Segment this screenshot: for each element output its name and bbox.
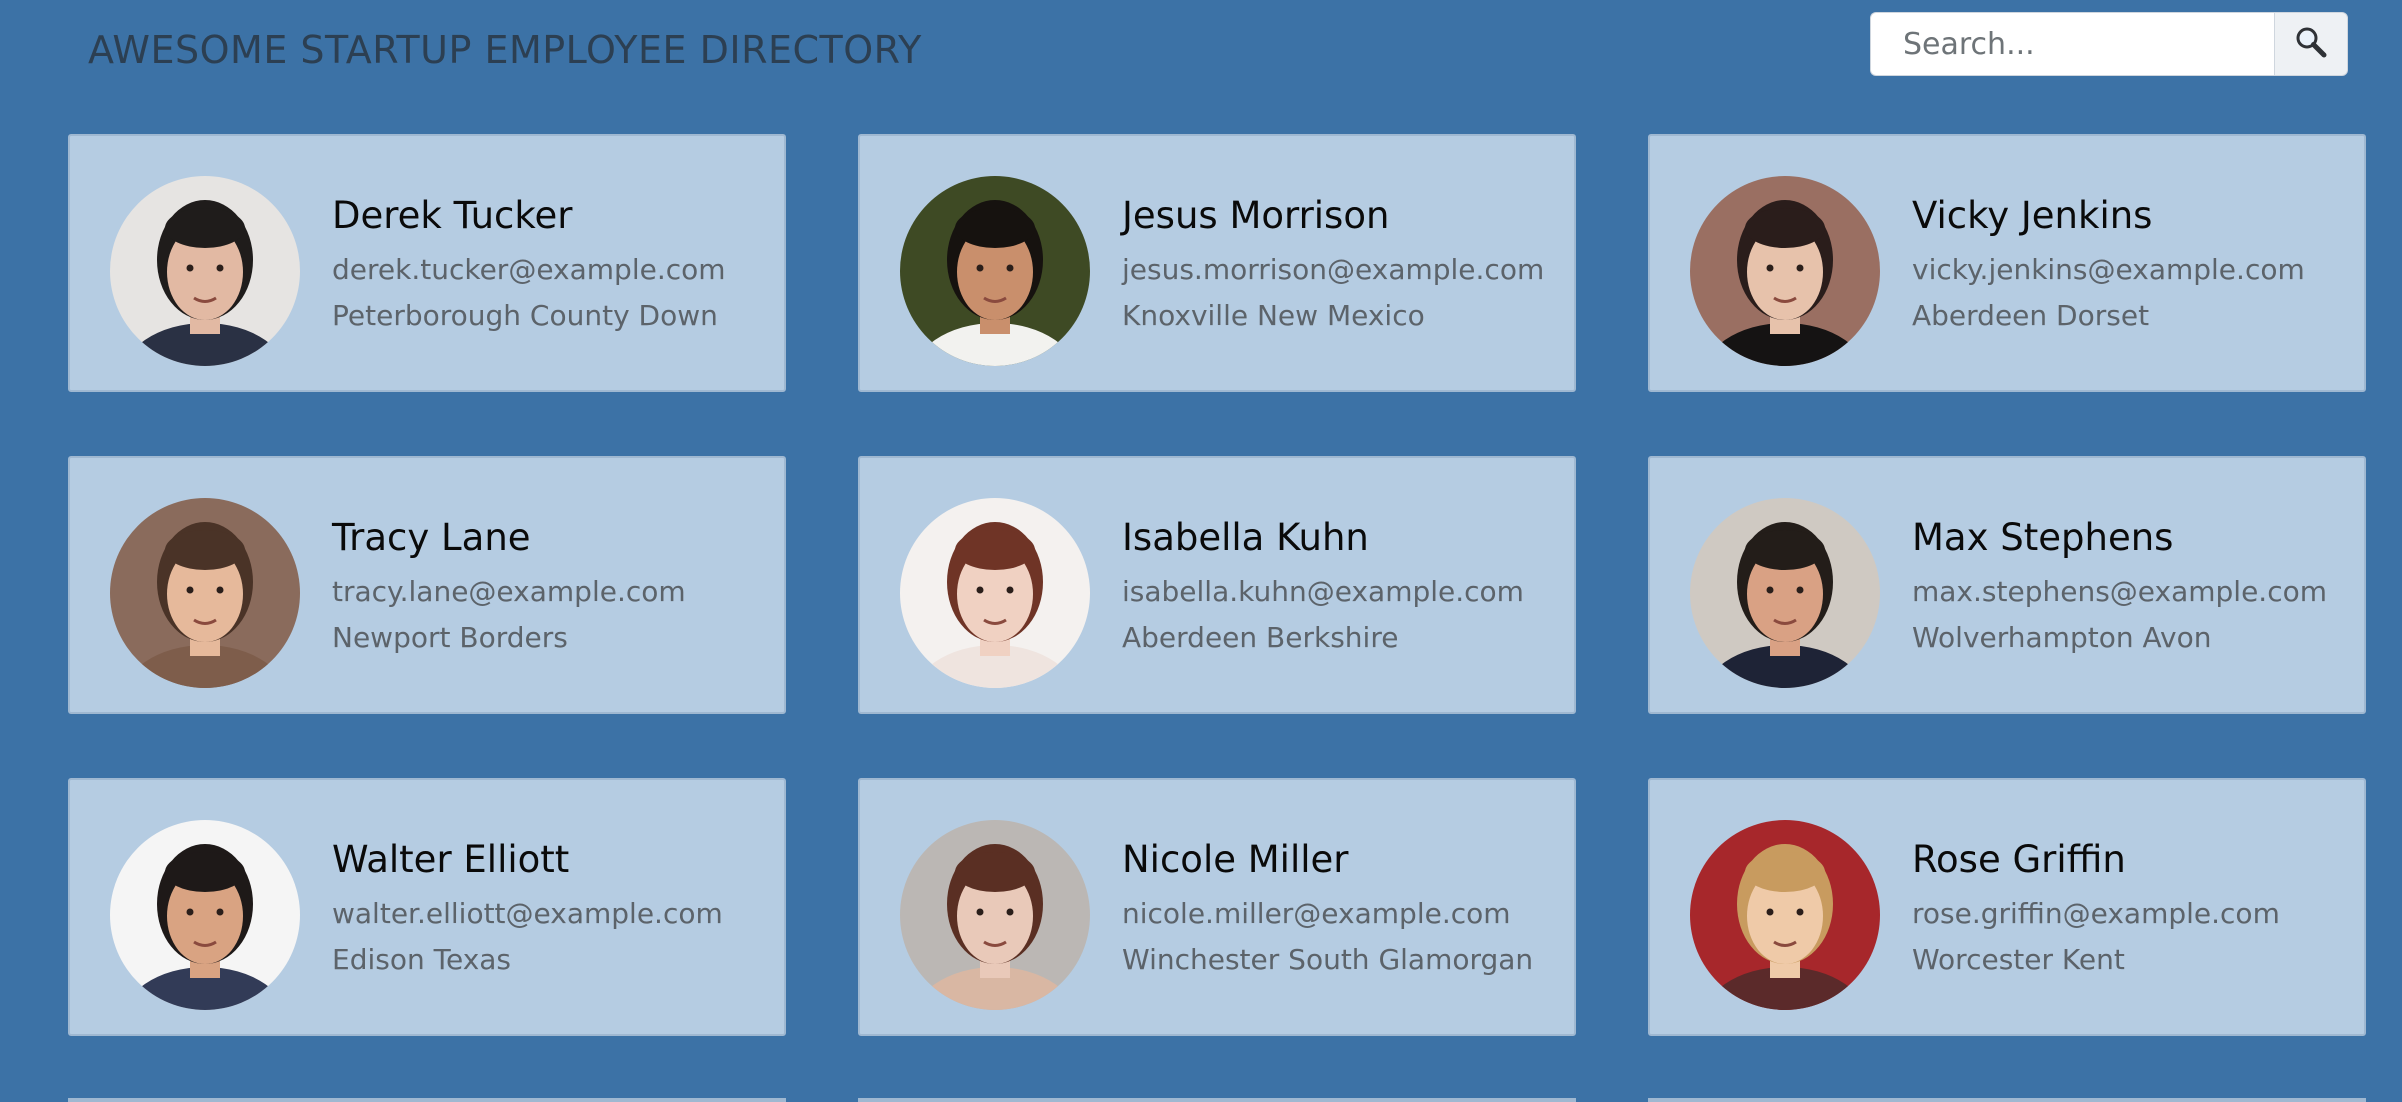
employee-location: Aberdeen Dorset: [1912, 299, 2150, 332]
search-button[interactable]: [2274, 12, 2348, 76]
employee-name: Jesus Morrison: [1122, 194, 1390, 237]
avatar: [110, 176, 300, 366]
employee-email: walter.elliott@example.com: [332, 897, 723, 930]
employee-email: jesus.morrison@example.com: [1122, 253, 1545, 286]
employee-card[interactable]: Derek Tucker derek.tucker@example.com Pete…: [68, 134, 786, 392]
employee-location: Aberdeen Berkshire: [1122, 621, 1399, 654]
employee-card-partial[interactable]: [858, 1098, 1576, 1102]
employee-card-partial[interactable]: [68, 1098, 786, 1102]
employee-name: Nicole Miller: [1122, 838, 1349, 881]
employee-card[interactable]: Nicole Miller nicole.miller@example.com Wi…: [858, 778, 1576, 1036]
employee-email: derek.tucker@example.com: [332, 253, 726, 286]
employee-name: Walter Elliott: [332, 838, 570, 881]
employee-email: tracy.lane@example.com: [332, 575, 686, 608]
employee-name: Derek Tucker: [332, 194, 573, 237]
employee-email: max.stephens@example.com: [1912, 575, 2327, 608]
employee-card-partial[interactable]: [1648, 1098, 2366, 1102]
employee-email: vicky.jenkins@example.com: [1912, 253, 2305, 286]
search-input[interactable]: [1870, 12, 2274, 76]
employee-card[interactable]: Max Stephens max.stephens@example.com Wolv…: [1648, 456, 2366, 714]
employee-location: Edison Texas: [332, 943, 512, 976]
search-form: [1870, 12, 2348, 76]
avatar: [1690, 498, 1880, 688]
employee-card[interactable]: Rose Griffin rose.griffin@example.com Worc…: [1648, 778, 2366, 1036]
avatar: [1690, 820, 1880, 1010]
avatar: [110, 820, 300, 1010]
employee-card[interactable]: Jesus Morrison jesus.morrison@example.com…: [858, 134, 1576, 392]
avatar: [900, 498, 1090, 688]
employee-location: Worcester Kent: [1912, 943, 2125, 976]
employee-name: Max Stephens: [1912, 516, 2174, 559]
employee-name: Isabella Kuhn: [1122, 516, 1369, 559]
page-title: AWESOME STARTUP EMPLOYEE DIRECTORY: [88, 28, 922, 72]
avatar: [110, 498, 300, 688]
avatar: [900, 820, 1090, 1010]
employee-location: Newport Borders: [332, 621, 568, 654]
employee-location: Winchester South Glamorgan: [1122, 943, 1534, 976]
employee-card[interactable]: Walter Elliott walter.elliott@example.com…: [68, 778, 786, 1036]
employee-location: Wolverhampton Avon: [1912, 621, 2212, 654]
employee-name: Tracy Lane: [332, 516, 531, 559]
header: AWESOME STARTUP EMPLOYEE DIRECTORY: [0, 0, 2402, 110]
avatar: [900, 176, 1090, 366]
employee-card[interactable]: Tracy Lane tracy.lane@example.com Newport …: [68, 456, 786, 714]
search-icon: [2294, 25, 2328, 63]
employee-location: Peterborough County Down: [332, 299, 718, 332]
employee-card[interactable]: Isabella Kuhn isabella.kuhn@example.com Ab…: [858, 456, 1576, 714]
employee-name: Rose Griffin: [1912, 838, 2126, 881]
employee-email: rose.griffin@example.com: [1912, 897, 2280, 930]
employee-email: nicole.miller@example.com: [1122, 897, 1511, 930]
employee-email: isabella.kuhn@example.com: [1122, 575, 1524, 608]
employee-location: Knoxville New Mexico: [1122, 299, 1425, 332]
employee-card[interactable]: Vicky Jenkins vicky.jenkins@example.com Ab…: [1648, 134, 2366, 392]
employee-name: Vicky Jenkins: [1912, 194, 2153, 237]
avatar: [1690, 176, 1880, 366]
